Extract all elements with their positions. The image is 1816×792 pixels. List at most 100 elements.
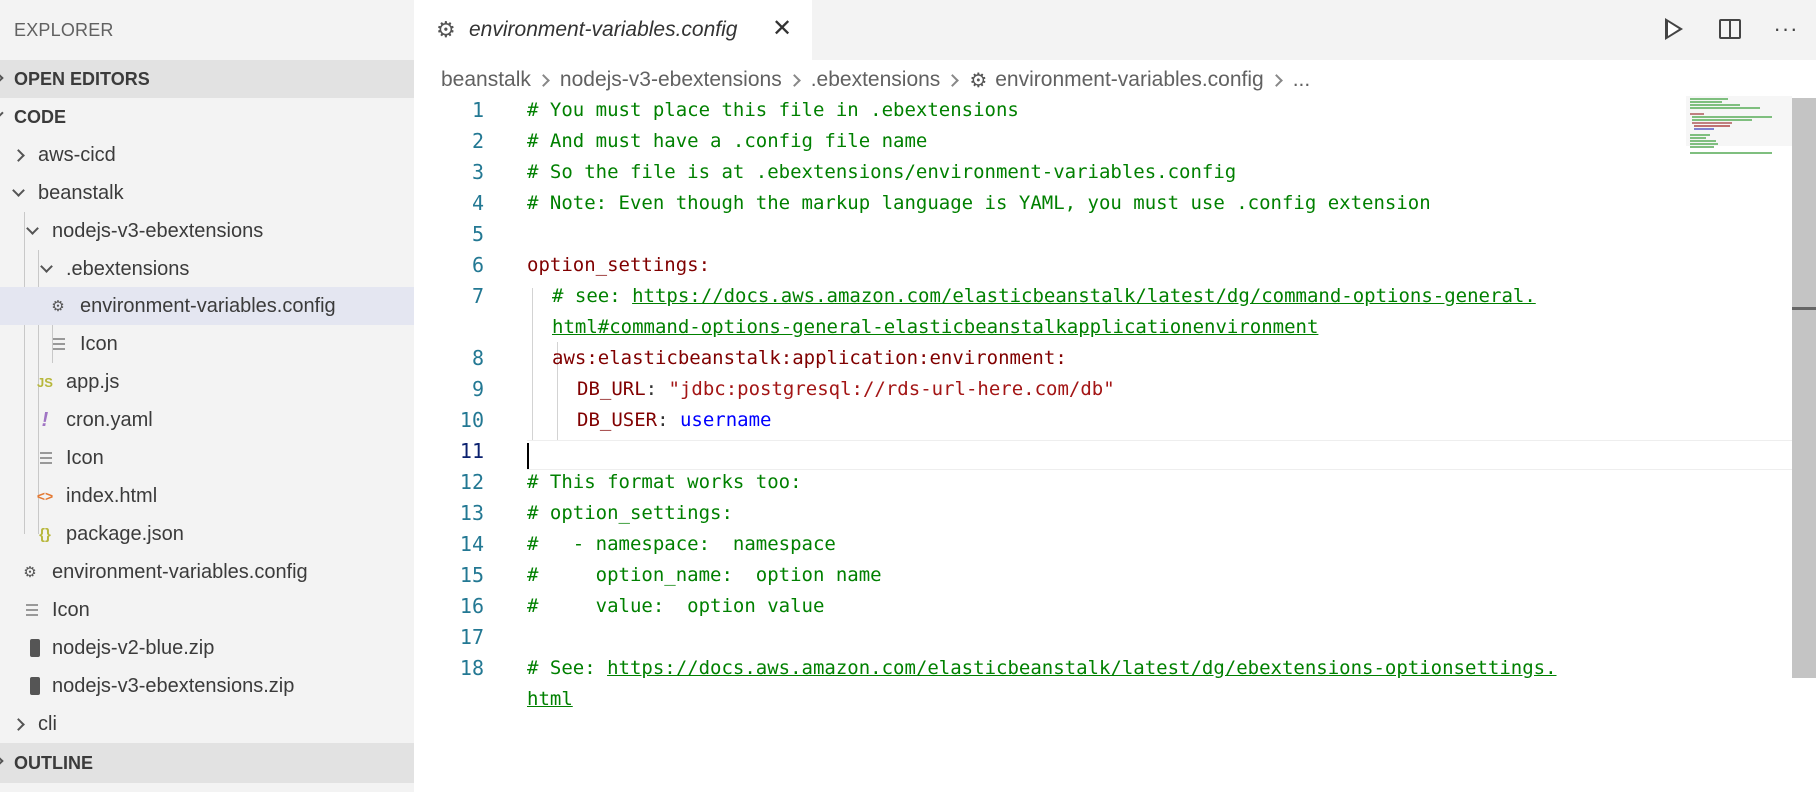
explorer-sidebar: EXPLORER OPEN EDITORS CODE aws-cicd bean… bbox=[0, 0, 414, 792]
json-icon: {} bbox=[39, 525, 51, 543]
line-number: 2 bbox=[471, 129, 484, 153]
code-line: # See: https://docs.aws.amazon.com/elast… bbox=[527, 657, 1557, 679]
outline-label: OUTLINE bbox=[14, 752, 93, 773]
tree-item-cron-yaml[interactable]: ! cron.yaml bbox=[0, 401, 414, 439]
line-number: 5 bbox=[471, 222, 484, 246]
tree-item-label: .ebextensions bbox=[66, 257, 190, 280]
yaml-key: DB_URL bbox=[577, 378, 646, 400]
comment: # see: bbox=[552, 285, 633, 307]
tree-item-label: beanstalk bbox=[38, 181, 124, 204]
breadcrumb: beanstalk nodejs-v3-ebextensions .ebexte… bbox=[441, 66, 1310, 94]
colon: : bbox=[657, 409, 680, 431]
tree-item-nodejs-v3-ebextensions[interactable]: nodejs-v3-ebextensions bbox=[0, 212, 414, 250]
tree-item-icon-file[interactable]: Icon bbox=[0, 439, 414, 477]
gear-icon: ⚙ bbox=[23, 564, 37, 581]
tree-item-label: cli bbox=[38, 712, 57, 735]
tree-item-label: environment-variables.config bbox=[80, 294, 336, 317]
code-line-wrap: html bbox=[527, 688, 573, 710]
chevron-right-icon bbox=[537, 73, 550, 87]
scrollbar-cursor-marker bbox=[1792, 307, 1816, 310]
gear-icon: ⚙ bbox=[51, 298, 65, 315]
text-cursor bbox=[527, 443, 529, 469]
line-number: 6 bbox=[471, 253, 484, 277]
code-section[interactable]: CODE bbox=[0, 98, 414, 136]
code-line: option_settings: bbox=[527, 254, 710, 276]
more-actions-button[interactable]: ··· bbox=[1771, 14, 1801, 44]
breadcrumb-item[interactable]: nodejs-v3-ebextensions bbox=[560, 68, 782, 92]
open-editors-label: OPEN EDITORS bbox=[14, 68, 150, 89]
code-line: # You must place this file in .ebextensi… bbox=[527, 99, 1019, 121]
tab-label: environment-variables.config bbox=[469, 18, 738, 41]
open-editors-section[interactable]: OPEN EDITORS bbox=[0, 60, 414, 98]
tree-item-label: environment-variables.config bbox=[52, 560, 308, 583]
line-number: 18 bbox=[459, 656, 484, 680]
minimap[interactable] bbox=[1690, 96, 1790, 156]
breadcrumb-item[interactable]: beanstalk bbox=[441, 68, 531, 92]
tree-item-beanstalk[interactable]: beanstalk bbox=[0, 174, 414, 212]
code-section-label: CODE bbox=[14, 106, 67, 127]
file-lines-icon bbox=[53, 335, 65, 353]
chevron-right-icon bbox=[0, 755, 4, 767]
docs-link[interactable]: html bbox=[527, 688, 573, 710]
chevron-right-icon bbox=[12, 148, 25, 162]
docs-link[interactable]: html#command-options-general-elasticbean… bbox=[552, 316, 1318, 338]
vertical-scrollbar[interactable] bbox=[1792, 98, 1816, 678]
code-line: # - namespace: namespace bbox=[527, 533, 836, 555]
tree-item-aws-cicd[interactable]: aws-cicd bbox=[0, 136, 414, 174]
line-number: 3 bbox=[471, 160, 484, 184]
code-line-wrap: html#command-options-general-elasticbean… bbox=[552, 316, 1318, 338]
line-number: 15 bbox=[459, 563, 484, 587]
tree-item-label: nodejs-v3-ebextensions bbox=[52, 219, 264, 242]
gear-icon: ⚙ bbox=[969, 69, 988, 92]
line-number: 9 bbox=[471, 377, 484, 401]
close-icon[interactable]: ✕ bbox=[772, 14, 792, 43]
line-number: 14 bbox=[459, 532, 484, 556]
tree-item-label: index.html bbox=[66, 484, 158, 507]
line-number: 8 bbox=[471, 346, 484, 370]
code-line: # So the file is at .ebextensions/enviro… bbox=[527, 161, 1237, 183]
tree-item-label: nodejs-v3-ebextensions.zip bbox=[52, 674, 295, 697]
gear-icon: ⚙ bbox=[436, 17, 456, 42]
split-editor-button[interactable] bbox=[1715, 14, 1745, 44]
outline-section[interactable]: OUTLINE bbox=[0, 743, 414, 783]
tree-item-label: nodejs-v2-blue.zip bbox=[52, 636, 215, 659]
tree-item-app-js[interactable]: JS app.js bbox=[0, 363, 414, 401]
tree-item-environment-variables-config[interactable]: ⚙ environment-variables.config bbox=[0, 287, 414, 325]
tree-item-ebextensions[interactable]: .ebextensions bbox=[0, 250, 414, 288]
code-line: # see: https://docs.aws.amazon.com/elast… bbox=[552, 285, 1536, 307]
indent-guide bbox=[532, 288, 533, 440]
code-line: # option_name: option name bbox=[527, 564, 882, 586]
file-lines-icon bbox=[40, 449, 52, 467]
tab-environment-variables-config[interactable]: ⚙ environment-variables.config ✕ bbox=[414, 0, 812, 60]
code-line: # Note: Even though the markup language … bbox=[527, 192, 1431, 214]
tree-item-environment-variables-config-root[interactable]: ⚙ environment-variables.config bbox=[0, 553, 414, 591]
line-number: 1 bbox=[471, 98, 484, 122]
chevron-down-icon bbox=[26, 221, 39, 235]
code-editor[interactable]: 1 2 3 4 5 6 7 8 9 10 11 12 13 14 15 16 1… bbox=[414, 96, 1799, 792]
chevron-right-icon bbox=[12, 717, 25, 731]
docs-link[interactable]: https://docs.aws.amazon.com/elasticbeans… bbox=[632, 285, 1536, 307]
yaml-string: "jdbc:postgresql://rds-url-here.com/db" bbox=[668, 378, 1115, 400]
code-line: DB_USER: username bbox=[577, 409, 771, 431]
chevron-down-icon bbox=[0, 107, 4, 119]
code-line: aws:elasticbeanstalk:application:environ… bbox=[552, 347, 1067, 369]
docs-link[interactable]: https://docs.aws.amazon.com/elasticbeans… bbox=[607, 657, 1556, 679]
editor-tab-bar: ⚙ environment-variables.config ✕ ··· bbox=[414, 0, 1816, 60]
tree-item-nodejs-v3-ebextensions-zip[interactable]: nodejs-v3-ebextensions.zip bbox=[0, 667, 414, 705]
colon: : bbox=[645, 378, 669, 400]
yaml-key: DB_USER bbox=[577, 409, 658, 431]
breadcrumb-item[interactable]: .ebextensions bbox=[811, 68, 941, 92]
tree-item-icon-file[interactable]: Icon bbox=[0, 325, 414, 363]
yaml-key: option_settings: bbox=[527, 254, 711, 276]
tree-item-icon-file[interactable]: Icon bbox=[0, 591, 414, 629]
tree-item-index-html[interactable]: <> index.html bbox=[0, 477, 414, 515]
tree-item-package-json[interactable]: {} package.json bbox=[0, 515, 414, 553]
breadcrumb-item[interactable]: environment-variables.config bbox=[995, 68, 1263, 92]
breadcrumb-item[interactable]: ... bbox=[1293, 68, 1311, 92]
tree-item-nodejs-v2-blue-zip[interactable]: nodejs-v2-blue.zip bbox=[0, 629, 414, 667]
tree-item-cli[interactable]: cli bbox=[0, 705, 414, 743]
line-number: 13 bbox=[459, 501, 484, 525]
code-line: # This format works too: bbox=[527, 471, 802, 493]
run-button[interactable] bbox=[1659, 14, 1689, 44]
yaml-value: username bbox=[679, 409, 772, 431]
